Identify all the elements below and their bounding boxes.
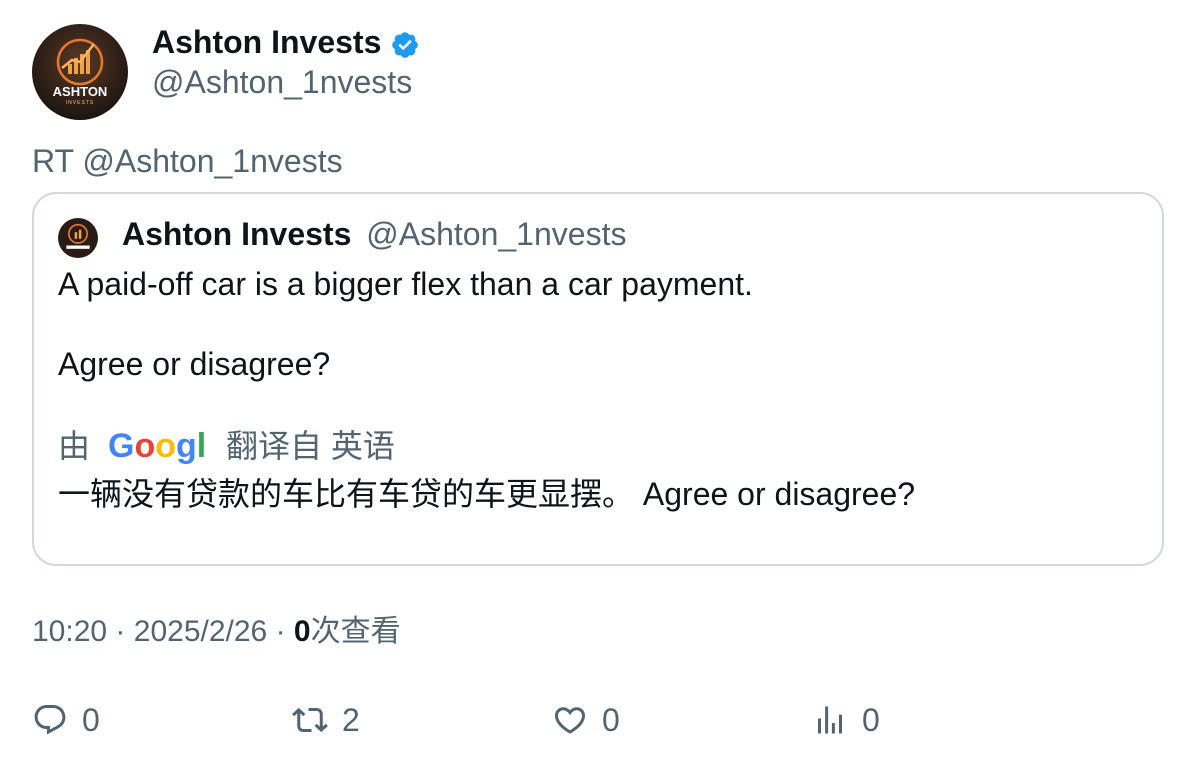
quoted-header: Ashton Invests @Ashton_1nvests [122, 214, 626, 254]
retweet-icon [292, 707, 328, 733]
like-count: 0 [602, 702, 620, 738]
author-name-row[interactable]: Ashton Invests [152, 22, 420, 62]
retweet-count: 2 [342, 702, 360, 738]
tweet-time[interactable]: 10:20 [32, 615, 107, 648]
quoted-author-handle[interactable]: @Ashton_1nvests [366, 216, 626, 252]
reply-count: 0 [82, 702, 100, 738]
quoted-text-line1: A paid-off car is a bigger flex than a c… [58, 266, 753, 302]
reply-button[interactable]: 0 [32, 700, 100, 740]
reply-icon [34, 705, 66, 735]
tweet-meta: 10:20 · 2025/2/26 · 0次查看 [32, 612, 401, 652]
retweet-line: RT @Ashton_1nvests [32, 143, 343, 179]
avatar-subtext: INVESTS [66, 100, 94, 106]
verified-badge-icon [390, 29, 420, 59]
tweet-date[interactable]: 2025/2/26 [134, 615, 267, 648]
views-action-count: 0 [862, 702, 880, 738]
views-icon [818, 706, 842, 734]
retweet-button[interactable]: 2 [292, 700, 360, 740]
google-logo: Google [108, 426, 225, 466]
like-button[interactable]: 0 [552, 700, 620, 740]
translated-text: 一辆没有贷款的车比有车贷的车更显摆。 Agree or disagree? [58, 476, 916, 512]
translated-by-suffix: 翻译自 英语 [226, 428, 395, 464]
quoted-author-avatar[interactable] [58, 218, 98, 258]
author-name[interactable]: Ashton Invests [152, 22, 381, 62]
meta-separator: · [115, 615, 126, 648]
meta-separator-2: · [275, 615, 286, 648]
translated-by-row: 由 Google 翻译自 英语 [58, 426, 395, 466]
views-count: 0 [293, 615, 311, 648]
avatar-text: ASHTON [53, 84, 108, 99]
quoted-author-name[interactable]: Ashton Invests [122, 216, 351, 252]
quoted-text-line2: Agree or disagree? [58, 346, 331, 382]
author-handle[interactable]: @Ashton_1nvests [152, 62, 412, 102]
quoted-tweet-card[interactable]: Ashton Invests @Ashton_1nvests A paid-of… [32, 192, 1164, 566]
views-button[interactable]: 0 [812, 700, 880, 740]
svg-text:Google: Google [108, 427, 206, 465]
translated-by-prefix: 由 [58, 428, 91, 464]
views-label: 次查看 [310, 615, 401, 648]
like-icon [554, 707, 586, 734]
author-avatar[interactable]: ASHTON INVESTS [32, 24, 128, 120]
